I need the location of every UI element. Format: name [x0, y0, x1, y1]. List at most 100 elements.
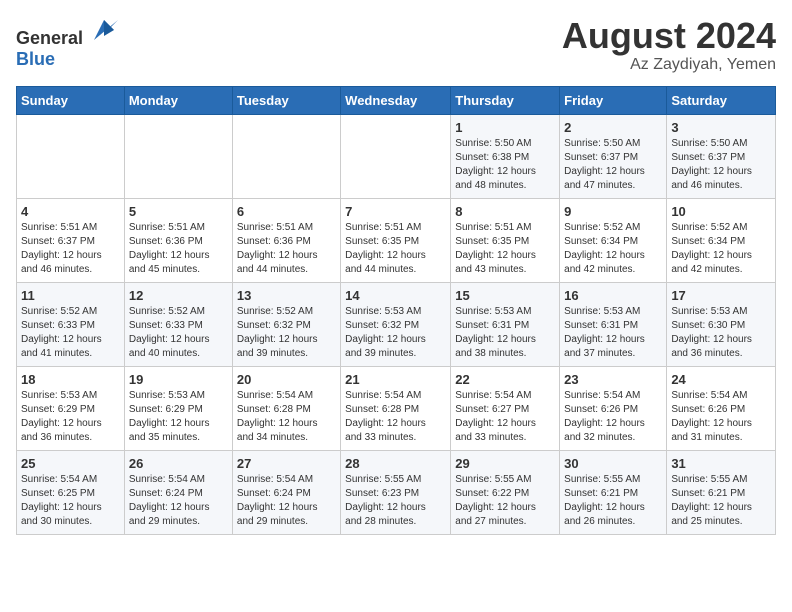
day-number: 29	[455, 456, 555, 471]
page-header: General Blue August 2024 Az Zaydiyah, Ye…	[16, 16, 776, 74]
day-number: 3	[671, 120, 771, 135]
day-number: 11	[21, 288, 120, 303]
day-info: Sunrise: 5:54 AM Sunset: 6:24 PM Dayligh…	[237, 473, 336, 529]
day-info: Sunrise: 5:53 AM Sunset: 6:29 PM Dayligh…	[129, 389, 228, 445]
header-tuesday: Tuesday	[232, 86, 340, 114]
table-row: 8Sunrise: 5:51 AM Sunset: 6:35 PM Daylig…	[451, 198, 560, 282]
calendar-week-row: 11 Sunrise: 5:52 AM Sunset: 6:33 PM Dayli…	[17, 282, 776, 366]
day-number: 17	[671, 288, 771, 303]
calendar-week-row: 4 Sunrise: 5:51 AM Sunset: 6:37 PM Daylig…	[17, 198, 776, 282]
day-info: Sunrise: 5:54 AM Sunset: 6:27 PM Dayligh…	[455, 389, 555, 445]
table-row: 12 Sunrise: 5:52 AM Sunset: 6:33 PM Dayli…	[124, 282, 232, 366]
day-number: 23	[564, 372, 662, 387]
table-row: 9 Sunrise: 5:52 AM Sunset: 6:34 PM Daylig…	[560, 198, 667, 282]
header-wednesday: Wednesday	[341, 86, 451, 114]
day-number: 28	[345, 456, 446, 471]
table-row: 21 Sunrise: 5:54 AM Sunset: 6:28 PM Dayli…	[341, 366, 451, 450]
logo-text-general: General	[16, 28, 83, 48]
logo-text-blue: Blue	[16, 49, 55, 69]
day-info: Sunrise: 5:51 AM Sunset: 6:35 PM Dayligh…	[345, 221, 446, 277]
day-info: Sunrise: 5:53 AM Sunset: 6:31 PM Dayligh…	[455, 305, 555, 361]
header-friday: Friday	[560, 86, 667, 114]
day-info: Sunrise: 5:54 AM Sunset: 6:24 PM Dayligh…	[129, 473, 228, 529]
day-number: 30	[564, 456, 662, 471]
table-row: 17Sunrise: 5:53 AM Sunset: 6:30 PM Dayli…	[667, 282, 776, 366]
day-number: 7	[345, 204, 446, 219]
table-row: 20 Sunrise: 5:54 AM Sunset: 6:28 PM Dayli…	[232, 366, 340, 450]
day-info: Sunrise: 5:55 AM Sunset: 6:21 PM Dayligh…	[671, 473, 771, 529]
day-number: 14	[345, 288, 446, 303]
day-number: 20	[237, 372, 336, 387]
table-row: 31 Sunrise: 5:55 AM Sunset: 6:21 PM Dayli…	[667, 450, 776, 534]
day-info: Sunrise: 5:52 AM Sunset: 6:32 PM Dayligh…	[237, 305, 336, 361]
day-info: Sunrise: 5:51 AM Sunset: 6:36 PM Dayligh…	[129, 221, 228, 277]
day-info: Sunrise: 5:54 AM Sunset: 6:28 PM Dayligh…	[345, 389, 446, 445]
day-number: 12	[129, 288, 228, 303]
day-number: 16	[564, 288, 662, 303]
day-number: 1	[455, 120, 555, 135]
day-info: Sunrise: 5:54 AM Sunset: 6:26 PM Dayligh…	[671, 389, 771, 445]
day-number: 2	[564, 120, 662, 135]
day-info: Sunrise: 5:55 AM Sunset: 6:23 PM Dayligh…	[345, 473, 446, 529]
day-number: 18	[21, 372, 120, 387]
day-number: 15	[455, 288, 555, 303]
table-row: 2Sunrise: 5:50 AM Sunset: 6:37 PM Daylig…	[560, 114, 667, 198]
table-row: 14 Sunrise: 5:53 AM Sunset: 6:32 PM Dayli…	[341, 282, 451, 366]
table-row: 27 Sunrise: 5:54 AM Sunset: 6:24 PM Dayli…	[232, 450, 340, 534]
logo-icon	[90, 16, 118, 44]
day-info: Sunrise: 5:52 AM Sunset: 6:33 PM Dayligh…	[129, 305, 228, 361]
table-row: 1 Sunrise: 5:50 AM Sunset: 6:38 PM Daylig…	[451, 114, 560, 198]
table-row: 7 Sunrise: 5:51 AM Sunset: 6:35 PM Daylig…	[341, 198, 451, 282]
table-row	[17, 114, 125, 198]
location-subtitle: Az Zaydiyah, Yemen	[562, 56, 776, 74]
month-year-title: August 2024	[562, 16, 776, 56]
table-row: 25Sunrise: 5:54 AM Sunset: 6:25 PM Dayli…	[17, 450, 125, 534]
day-info: Sunrise: 5:55 AM Sunset: 6:22 PM Dayligh…	[455, 473, 555, 529]
table-row: 18Sunrise: 5:53 AM Sunset: 6:29 PM Dayli…	[17, 366, 125, 450]
day-info: Sunrise: 5:50 AM Sunset: 6:38 PM Dayligh…	[455, 137, 555, 193]
table-row: 24 Sunrise: 5:54 AM Sunset: 6:26 PM Dayli…	[667, 366, 776, 450]
day-info: Sunrise: 5:51 AM Sunset: 6:36 PM Dayligh…	[237, 221, 336, 277]
calendar-table: Sunday Monday Tuesday Wednesday Thursday…	[16, 86, 776, 535]
day-number: 10	[671, 204, 771, 219]
header-row: Sunday Monday Tuesday Wednesday Thursday…	[17, 86, 776, 114]
day-info: Sunrise: 5:51 AM Sunset: 6:37 PM Dayligh…	[21, 221, 120, 277]
day-info: Sunrise: 5:52 AM Sunset: 6:33 PM Dayligh…	[21, 305, 120, 361]
day-info: Sunrise: 5:54 AM Sunset: 6:28 PM Dayligh…	[237, 389, 336, 445]
table-row: 6 Sunrise: 5:51 AM Sunset: 6:36 PM Daylig…	[232, 198, 340, 282]
table-row: 29 Sunrise: 5:55 AM Sunset: 6:22 PM Dayli…	[451, 450, 560, 534]
table-row: 22 Sunrise: 5:54 AM Sunset: 6:27 PM Dayli…	[451, 366, 560, 450]
day-number: 27	[237, 456, 336, 471]
day-number: 19	[129, 372, 228, 387]
day-number: 4	[21, 204, 120, 219]
day-number: 26	[129, 456, 228, 471]
logo: General Blue	[16, 16, 118, 70]
calendar-body: 1 Sunrise: 5:50 AM Sunset: 6:38 PM Daylig…	[17, 114, 776, 534]
table-row: 3 Sunrise: 5:50 AM Sunset: 6:37 PM Daylig…	[667, 114, 776, 198]
calendar-header: Sunday Monday Tuesday Wednesday Thursday…	[17, 86, 776, 114]
day-info: Sunrise: 5:54 AM Sunset: 6:26 PM Dayligh…	[564, 389, 662, 445]
day-number: 31	[671, 456, 771, 471]
day-info: Sunrise: 5:50 AM Sunset: 6:37 PM Dayligh…	[671, 137, 771, 193]
day-info: Sunrise: 5:53 AM Sunset: 6:32 PM Dayligh…	[345, 305, 446, 361]
table-row	[341, 114, 451, 198]
day-number: 22	[455, 372, 555, 387]
table-row: 15 Sunrise: 5:53 AM Sunset: 6:31 PM Dayli…	[451, 282, 560, 366]
table-row: 4 Sunrise: 5:51 AM Sunset: 6:37 PM Daylig…	[17, 198, 125, 282]
day-number: 9	[564, 204, 662, 219]
header-sunday: Sunday	[17, 86, 125, 114]
day-info: Sunrise: 5:52 AM Sunset: 6:34 PM Dayligh…	[564, 221, 662, 277]
day-info: Sunrise: 5:52 AM Sunset: 6:34 PM Dayligh…	[671, 221, 771, 277]
header-saturday: Saturday	[667, 86, 776, 114]
table-row: 28 Sunrise: 5:55 AM Sunset: 6:23 PM Dayli…	[341, 450, 451, 534]
table-row: 23 Sunrise: 5:54 AM Sunset: 6:26 PM Dayli…	[560, 366, 667, 450]
table-row: 13 Sunrise: 5:52 AM Sunset: 6:32 PM Dayli…	[232, 282, 340, 366]
day-number: 6	[237, 204, 336, 219]
day-number: 13	[237, 288, 336, 303]
table-row	[232, 114, 340, 198]
day-number: 21	[345, 372, 446, 387]
calendar-week-row: 18 Sunrise: 5:53 AM Sunset: 6:29 PM Dayli…	[17, 366, 776, 450]
day-info: Sunrise: 5:53 AM Sunset: 6:31 PM Dayligh…	[564, 305, 662, 361]
table-row: 5Sunrise: 5:51 AM Sunset: 6:36 PM Daylig…	[124, 198, 232, 282]
day-number: 24	[671, 372, 771, 387]
